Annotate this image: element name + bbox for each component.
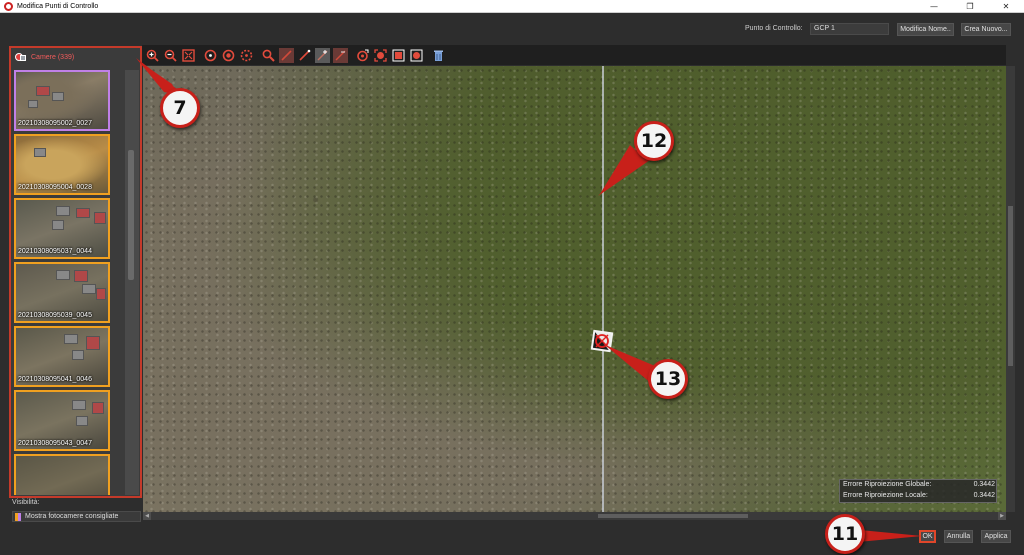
line-add-icon[interactable] (315, 47, 330, 63)
control-point-bar: Punto di Controllo: GCP 1 Modifica Nome.… (0, 13, 1024, 47)
target-add-icon[interactable] (203, 48, 218, 63)
zoom-out-icon[interactable] (163, 48, 178, 63)
stop-square-icon[interactable] (391, 48, 406, 63)
ok-button[interactable]: OK (919, 530, 936, 543)
create-new-button[interactable]: Crea Nuovo... (961, 23, 1011, 36)
zoom-in-icon[interactable] (145, 48, 160, 63)
sidebar-header[interactable]: Camere (339) (11, 48, 140, 66)
thumbnail-caption: 20210308095037_0044 (18, 248, 92, 255)
global-error-label: Errore Riproiezione Globale: (843, 481, 932, 488)
thumbnail-caption: 20210308095002_0027 (18, 120, 92, 127)
scroll-right-icon[interactable]: ▶ (998, 512, 1006, 520)
aerial-image-texture (143, 66, 1006, 512)
thumbnail-caption: 20210308095043_0047 (18, 440, 92, 447)
viewer-vscroll-handle[interactable] (1008, 206, 1013, 366)
line-diagonal-icon[interactable] (297, 48, 312, 63)
thumbnail-item[interactable]: 20210308095039_0045 (14, 262, 110, 323)
thumbnail-list: 20210308095002_0027 20210308095004_0028 … (14, 70, 112, 495)
window-titlebar: Modifica Punti di Controllo — ❐ ✕ (0, 0, 1024, 13)
trash-icon[interactable] (431, 48, 446, 63)
sidebar-scrollbar[interactable] (125, 70, 139, 495)
line-remove-icon[interactable] (333, 47, 348, 63)
gcp-marker-icon[interactable] (589, 328, 615, 354)
callout-11: 11 (825, 514, 865, 554)
reprojection-error-panel: Errore Riproiezione Globale: 0.3442 Erro… (839, 479, 997, 503)
thumbnail-item[interactable]: 20210308095043_0047 (14, 390, 110, 451)
visibility-value: Mostra fotocamere consigliate (25, 513, 119, 520)
local-error-label: Errore Riproiezione Locale: (843, 492, 928, 499)
minimize-button[interactable]: — (916, 0, 952, 13)
cameras-icon (15, 52, 27, 62)
line-red-icon[interactable] (279, 47, 294, 63)
viewer-toolbar (142, 45, 1006, 65)
cancel-button[interactable]: Annulla (944, 530, 973, 543)
local-error-value: 0.3442 (973, 492, 995, 499)
camera-sidebar: Camere (339) 20210308095002_0027 2021030… (9, 46, 142, 498)
thumbnail-caption: 20210308095004_0028 (18, 184, 92, 191)
close-button[interactable]: ✕ (988, 0, 1024, 13)
viewer-horizontal-scrollbar[interactable]: ◀ ▶ (143, 512, 1006, 520)
thumbnail-item[interactable] (14, 454, 110, 495)
callout-12: 12 (634, 121, 674, 161)
thumbnail-item[interactable]: 20210308095037_0044 (14, 198, 110, 259)
thumbnail-caption: 20210308095039_0045 (18, 312, 92, 319)
maximize-button[interactable]: ❐ (952, 0, 988, 13)
apply-button[interactable]: Applica (981, 530, 1011, 543)
scroll-left-icon[interactable]: ◀ (143, 512, 151, 520)
sidebar-scroll-handle[interactable] (128, 150, 134, 280)
window-title: Modifica Punti di Controllo (17, 2, 99, 10)
target-center-icon[interactable] (221, 48, 236, 63)
window-controls: — ❐ ✕ (916, 0, 1024, 13)
visibility-swatch-icon (15, 512, 21, 521)
search-icon[interactable] (261, 48, 276, 63)
thumbnail-caption: 20210308095041_0046 (18, 376, 92, 383)
app-logo-icon (4, 1, 13, 11)
global-error-value: 0.3442 (973, 481, 995, 488)
thumbnail-item[interactable]: 20210308095004_0028 (14, 134, 110, 195)
target-multi-icon[interactable] (239, 48, 254, 63)
control-point-label: Punto di Controllo: (745, 25, 803, 32)
thumbnail-item[interactable]: 20210308095041_0046 (14, 326, 110, 387)
pin-icon[interactable] (355, 48, 370, 63)
thumbnail-item[interactable]: 20210308095002_0027 (14, 70, 110, 131)
focus-icon[interactable] (373, 48, 388, 63)
record-icon[interactable] (409, 48, 424, 63)
epipolar-line (602, 66, 604, 512)
viewer-hscroll-handle[interactable] (598, 514, 748, 518)
sidebar-title: Camere (339) (31, 53, 75, 61)
callout-7: 7 (160, 88, 200, 128)
control-point-field[interactable]: GCP 1 (810, 23, 889, 35)
visibility-select[interactable]: Mostra fotocamere consigliate (12, 511, 141, 522)
visibility-label: Visibilità: (12, 499, 40, 506)
rename-button[interactable]: Modifica Nome.. (897, 23, 954, 36)
callout-13: 13 (648, 359, 688, 399)
image-viewer[interactable] (143, 66, 1006, 512)
fit-view-icon[interactable] (181, 48, 196, 63)
viewer-vertical-scrollbar[interactable] (1006, 66, 1015, 512)
